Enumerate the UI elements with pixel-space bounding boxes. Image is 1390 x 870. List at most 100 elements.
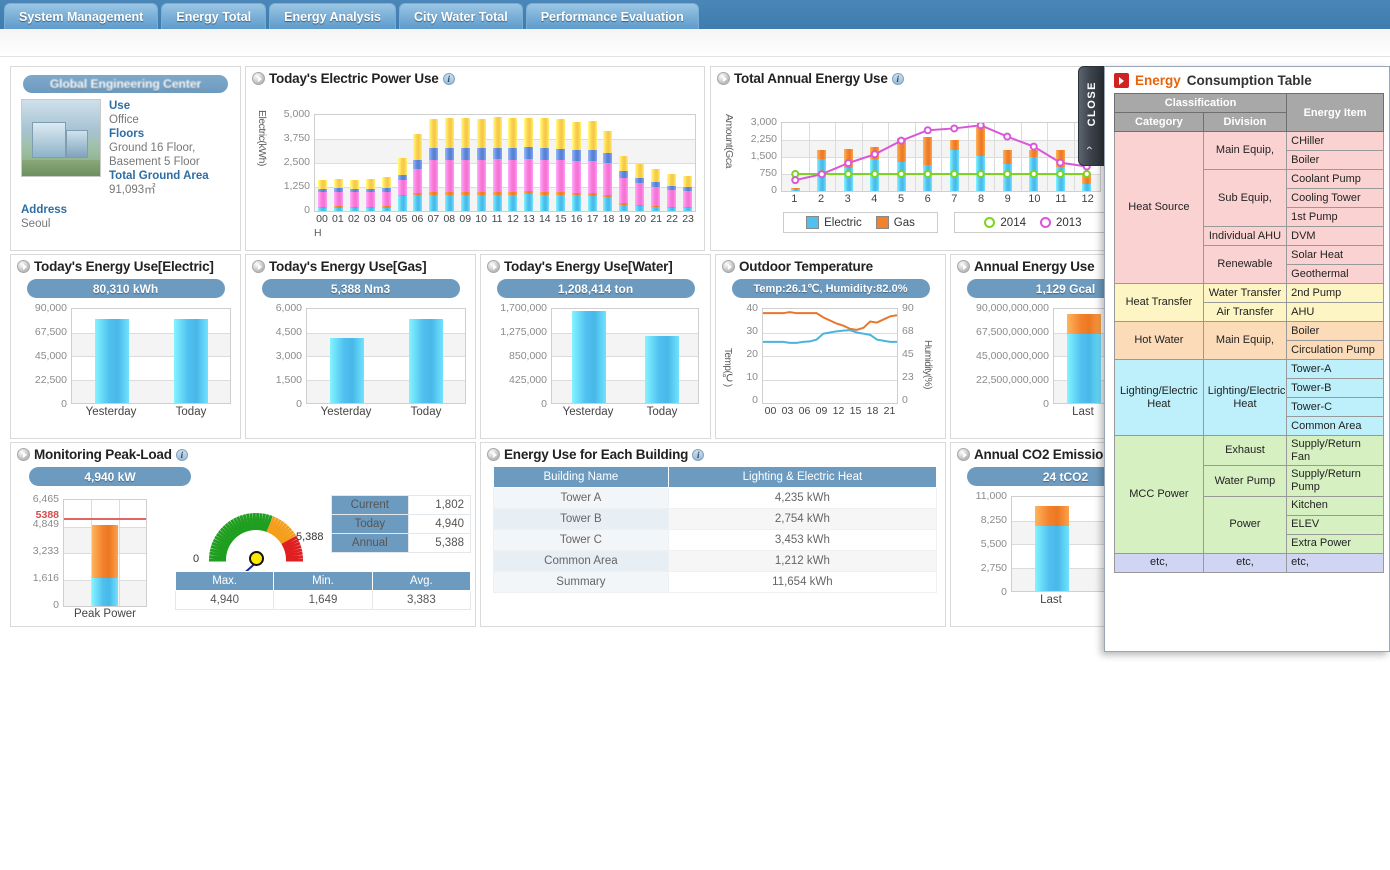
info-icon[interactable]: i bbox=[175, 448, 188, 461]
bar-segment bbox=[173, 319, 208, 403]
bar-segment bbox=[413, 134, 423, 160]
division-cell: Power bbox=[1202, 495, 1288, 554]
bar bbox=[603, 115, 613, 211]
y-tick: 0 bbox=[296, 398, 302, 410]
panel-building-info: Global Engineering Center Use Office Flo… bbox=[10, 66, 241, 251]
x-tick: 5 bbox=[897, 193, 905, 205]
bar-segment bbox=[408, 318, 443, 403]
bar-segment bbox=[619, 204, 629, 211]
bar-segment bbox=[350, 179, 360, 189]
y-tick: 425,000 bbox=[509, 374, 547, 386]
x-tick: 17 bbox=[586, 213, 599, 225]
threshold-line bbox=[64, 517, 146, 520]
y-tick: 6,465 bbox=[32, 493, 59, 505]
energy-item-cell: Extra Power bbox=[1286, 533, 1384, 554]
bar-segment bbox=[476, 159, 486, 193]
info-icon[interactable]: i bbox=[891, 72, 904, 85]
x-tick: Today bbox=[175, 406, 207, 418]
panel-outdoor-temperature: Outdoor Temperature Temp:26.1℃, Humidity… bbox=[715, 254, 946, 439]
category-cell: MCC Power bbox=[1114, 435, 1204, 554]
x-tick: 04 bbox=[379, 213, 392, 225]
y-tick: 90,000 bbox=[34, 302, 67, 314]
bar-segment bbox=[318, 206, 328, 208]
bar bbox=[329, 309, 364, 403]
bar bbox=[555, 115, 565, 211]
close-panel-tab[interactable]: CLOSE ‹ bbox=[1078, 66, 1106, 166]
bar bbox=[635, 115, 645, 211]
bar-segment bbox=[635, 204, 645, 207]
x-tick: Today bbox=[646, 406, 678, 418]
x-tick: 16 bbox=[570, 213, 583, 225]
bar bbox=[397, 115, 407, 211]
table-row: Tower A 4,235 kWh bbox=[493, 487, 938, 509]
bar-segment bbox=[365, 192, 375, 207]
stat-label: Today bbox=[331, 514, 409, 534]
bar-segment bbox=[587, 161, 597, 193]
legend-lines: 2014 2013 bbox=[954, 212, 1112, 233]
tab-energy-analysis[interactable]: Energy Analysis bbox=[269, 3, 396, 29]
info-icon[interactable]: i bbox=[442, 72, 455, 85]
bar-segment bbox=[445, 147, 455, 160]
bar-segment bbox=[571, 192, 581, 196]
electric-power-x-ticks: 00 01 02 03 04 05 06 07 08 09 10 11 12 13 14 15 16 17 18 19… bbox=[314, 213, 696, 227]
bar-segment bbox=[429, 159, 439, 192]
energy-item-cell: Geothermal bbox=[1286, 264, 1384, 284]
gridline-v bbox=[118, 500, 120, 606]
building-floors-value-1: Ground 16 Floor, bbox=[109, 142, 196, 154]
bar-segment bbox=[524, 191, 534, 195]
y-tick: 3,750 bbox=[283, 132, 310, 144]
x-tick: 15 bbox=[554, 213, 567, 225]
stat-value: 4,940 bbox=[174, 590, 275, 610]
y-tick: 1,500 bbox=[275, 374, 302, 386]
bar-segment bbox=[540, 159, 550, 193]
tab-system-management[interactable]: System Management bbox=[4, 3, 159, 29]
info-icon[interactable]: i bbox=[692, 448, 705, 461]
bar-segment bbox=[603, 194, 613, 197]
bar-segment bbox=[476, 118, 486, 149]
x-axis-label: H bbox=[314, 227, 322, 239]
bar-segment bbox=[350, 192, 360, 207]
peak-bar-chart: 6,465 5388 4,849 3,233 1,616 0 Peak Powe… bbox=[11, 491, 171, 621]
tab-city-water-total[interactable]: City Water Total bbox=[398, 3, 523, 29]
x-tick: 01 bbox=[332, 213, 344, 225]
peak-plot bbox=[63, 499, 147, 607]
y-tick: 2,750 bbox=[980, 562, 1007, 574]
division-cell: Renewable bbox=[1202, 245, 1288, 284]
table-row: Tower B 2,754 kWh bbox=[493, 508, 938, 530]
bar-segment bbox=[571, 161, 581, 193]
bar-segment bbox=[445, 159, 455, 193]
bar-segment bbox=[587, 120, 597, 150]
energy-item-cell: etc, bbox=[1286, 552, 1384, 573]
bar-segment bbox=[571, 310, 606, 403]
bar-segment bbox=[619, 170, 629, 178]
bar-segment bbox=[445, 118, 455, 148]
outdoor-chart: Temp(℃) Humidity(%) 40 30 20 10 0 90 68 … bbox=[716, 300, 945, 428]
bar bbox=[350, 115, 360, 211]
bar-segment bbox=[682, 191, 692, 208]
energy-item-cell: Circulation Pump bbox=[1286, 340, 1384, 360]
bar-segment bbox=[508, 195, 518, 211]
building-value: 3,453 kWh bbox=[667, 529, 938, 551]
x-tick: 10 bbox=[1028, 193, 1041, 205]
y-tick-left: 10 bbox=[746, 371, 758, 383]
x-tick: 2 bbox=[817, 193, 825, 205]
bar-segment bbox=[92, 525, 118, 579]
column-header: Building Name bbox=[493, 466, 669, 488]
bar-segment bbox=[650, 207, 660, 211]
panel-todays-electric-power-use: Today's Electric Power Use i Electric(kW… bbox=[245, 66, 705, 251]
tab-energy-total[interactable]: Energy Total bbox=[161, 3, 267, 29]
x-tick: 06 bbox=[798, 405, 811, 417]
y-tick: 0 bbox=[53, 599, 59, 611]
bar-segment bbox=[334, 206, 344, 208]
gas-mini-chart: 6,000 4,500 3,000 1,500 0 Yesterday Today bbox=[246, 300, 475, 428]
electric-mini-x-ticks: Yesterday Today bbox=[71, 406, 231, 420]
table-row: Annual 5,388 bbox=[331, 533, 472, 553]
bar-segment bbox=[350, 206, 360, 208]
y-tick-right: 45 bbox=[902, 348, 914, 360]
tab-performance-evaluation[interactable]: Performance Evaluation bbox=[525, 3, 699, 29]
x-tick: 12 bbox=[507, 213, 519, 225]
table-row: Heat Source Main Equip, CHiller bbox=[1114, 131, 1384, 284]
bar-segment bbox=[682, 208, 692, 211]
building-floors-label: Floors bbox=[109, 128, 145, 140]
panel-title: Today's Energy Use[Gas] bbox=[269, 259, 427, 274]
